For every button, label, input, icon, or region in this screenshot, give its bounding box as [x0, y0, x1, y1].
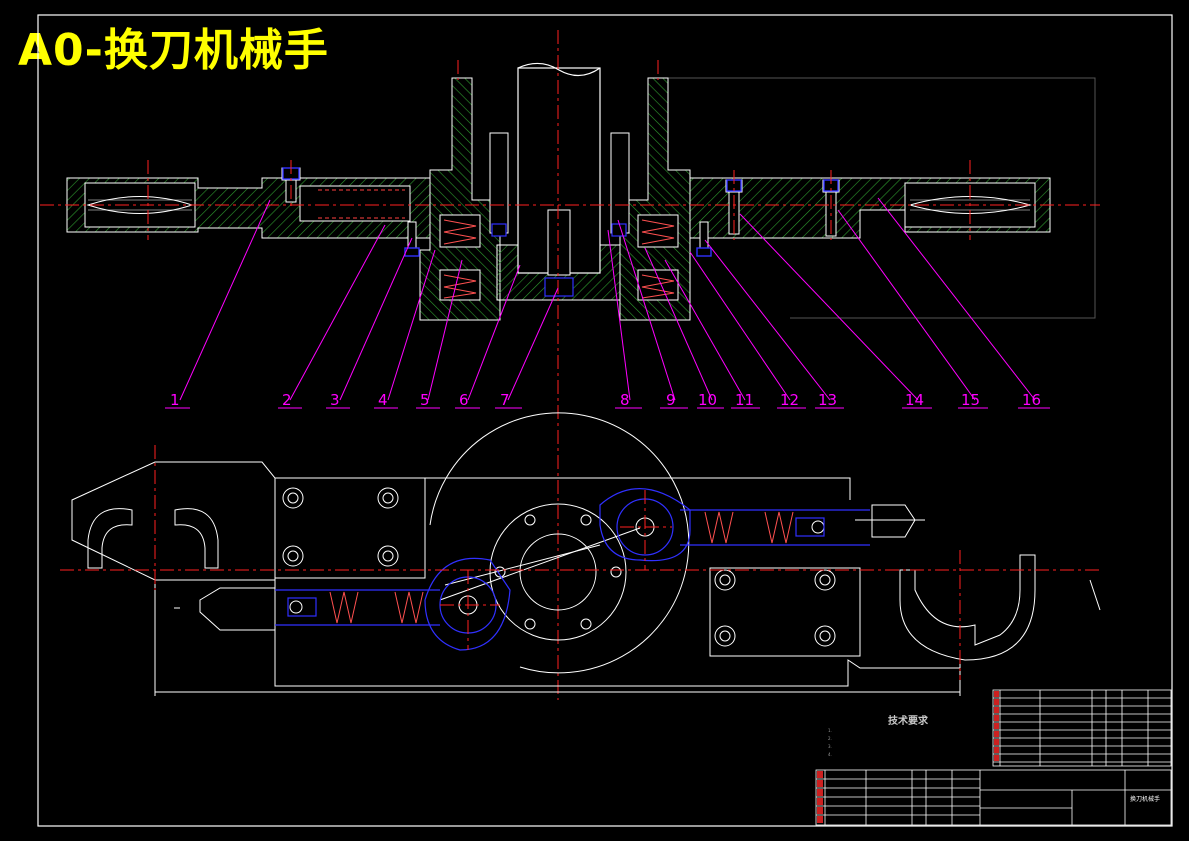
- part-number: 3: [330, 391, 340, 409]
- part-number: 14: [905, 391, 924, 409]
- technical-requirement-line: 3.: [828, 744, 832, 749]
- drawing-border: [37, 14, 1173, 827]
- part-number: 15: [961, 391, 980, 409]
- part-number: 10: [698, 391, 717, 409]
- plan-center-lines: [60, 445, 1100, 680]
- part-number: 4: [378, 391, 388, 409]
- section-view: [40, 30, 1100, 700]
- plan-view: [71, 412, 1101, 696]
- part-number: 11: [735, 391, 754, 409]
- technical-requirement-line: 2.: [828, 736, 832, 741]
- parts-list-upper: [992, 689, 1172, 767]
- part-number: 13: [818, 391, 837, 409]
- parts-list-lower: [815, 769, 1172, 826]
- hidden-features: [275, 488, 870, 651]
- part-number: 5: [420, 391, 430, 409]
- part-number: 1: [170, 391, 180, 409]
- part-number: 8: [620, 391, 630, 409]
- part-number: 16: [1022, 391, 1041, 409]
- technical-requirements: 技术要求 1. 2. 3. 4.: [828, 712, 988, 759]
- part-number: 6: [459, 391, 469, 409]
- engineering-drawing: 1 2 3 4 5 6 7 8 9 10 11 12 13 14 15 16 换…: [37, 14, 1173, 827]
- title-block-name: 换刀机械手: [1130, 795, 1160, 803]
- part-number: 9: [666, 391, 676, 409]
- bolt-holes: [282, 487, 836, 647]
- technical-requirements-heading: 技术要求: [888, 716, 928, 727]
- part-number: 2: [282, 391, 292, 409]
- technical-requirement-line: 4.: [828, 752, 832, 757]
- technical-requirement-line: 1.: [828, 728, 832, 733]
- part-number: 7: [500, 391, 510, 409]
- part-number: 12: [780, 391, 799, 409]
- part-number-labels: 1 2 3 4 5 6 7 8 9 10 11 12 13 14 15 16: [170, 391, 1041, 409]
